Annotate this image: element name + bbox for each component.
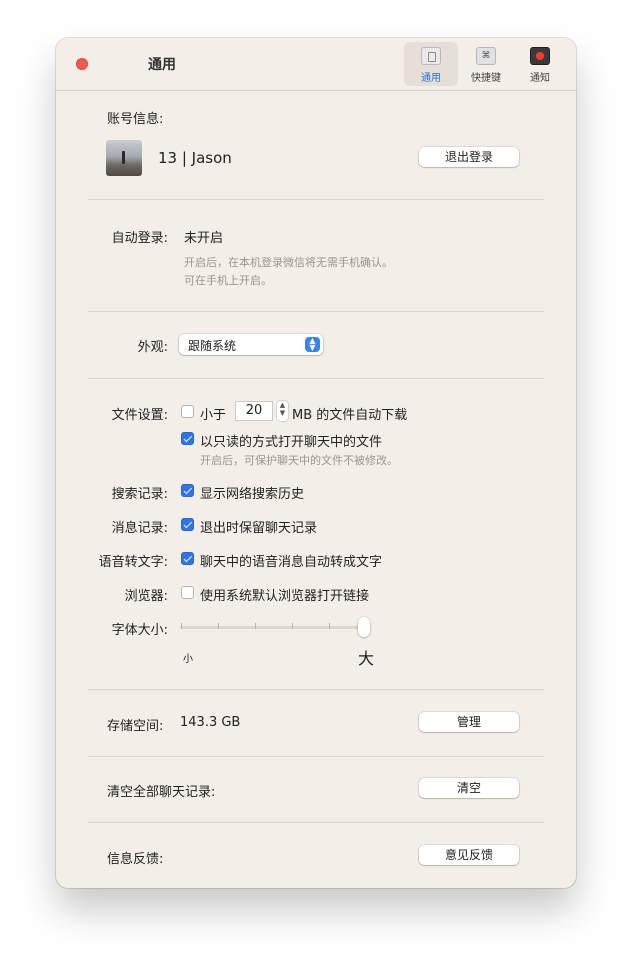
auto-download-suffix: MB 的文件自动下载 bbox=[292, 408, 408, 423]
auto-login-label: 自动登录: bbox=[111, 231, 168, 246]
tab-notifications-label: 通知 bbox=[530, 73, 550, 84]
voice-to-text-checkbox[interactable] bbox=[181, 552, 194, 565]
voice-to-text-label: 语音转文字: bbox=[98, 555, 168, 570]
clear-history-button[interactable]: 清空 bbox=[419, 778, 519, 798]
divider bbox=[88, 378, 544, 379]
storage-value: 143.3 GB bbox=[180, 715, 241, 730]
auto-login-hint-1: 开启后，在本机登录微信将无需手机确认。 bbox=[184, 256, 393, 269]
slider-tick bbox=[292, 623, 293, 629]
font-size-label: 字体大小: bbox=[111, 623, 168, 638]
readonly-label: 以只读的方式打开聊天中的文件 bbox=[200, 435, 383, 450]
readonly-hint: 开启后，可保护聊天中的文件不被修改。 bbox=[200, 454, 398, 467]
slider-tick bbox=[181, 623, 182, 629]
auto-login-hint-2: 可在手机上开启。 bbox=[184, 274, 272, 287]
storage-label: 存储空间: bbox=[107, 719, 164, 734]
size-stepper[interactable]: ▲ ▼ bbox=[277, 401, 288, 421]
slider-tick bbox=[218, 623, 219, 629]
readonly-checkbox[interactable] bbox=[181, 432, 194, 445]
general-icon bbox=[421, 47, 441, 65]
appearance-select-value: 跟随系统 bbox=[188, 339, 237, 353]
divider bbox=[88, 311, 544, 312]
message-history-checkbox[interactable] bbox=[181, 518, 194, 531]
settings-window: 通用 通用 ⌘ 快捷键 通知 账号信息: 13 | Jason 退出登录 自动登… bbox=[56, 38, 576, 888]
divider bbox=[88, 199, 544, 200]
divider bbox=[88, 822, 544, 823]
notification-icon bbox=[530, 47, 550, 65]
message-history-text: 退出时保留聊天记录 bbox=[200, 521, 318, 536]
account-name: 13 | Jason bbox=[158, 149, 232, 167]
feedback-label: 信息反馈: bbox=[107, 852, 164, 867]
message-history-label: 消息记录: bbox=[111, 521, 168, 536]
appearance-select[interactable]: 跟随系统 ▲ ▼ bbox=[179, 334, 323, 355]
font-size-max-label: 大 bbox=[358, 649, 375, 668]
font-size-min-label: 小 bbox=[183, 654, 193, 665]
auto-download-prefix: 小于 bbox=[200, 408, 227, 423]
browser-text: 使用系统默认浏览器打开链接 bbox=[200, 589, 370, 604]
auto-download-checkbox[interactable] bbox=[181, 405, 194, 418]
divider bbox=[88, 756, 544, 757]
tab-general[interactable]: 通用 bbox=[404, 42, 458, 86]
tab-shortcuts[interactable]: ⌘ 快捷键 bbox=[459, 42, 513, 86]
window-title: 通用 bbox=[148, 57, 176, 73]
appearance-label: 外观: bbox=[137, 340, 168, 355]
slider-tick bbox=[255, 623, 256, 629]
tab-notifications[interactable]: 通知 bbox=[513, 42, 567, 86]
clear-history-label: 清空全部聊天记录: bbox=[107, 785, 216, 800]
auto-login-value: 未开启 bbox=[184, 231, 224, 246]
auto-download-size-input[interactable]: 20 bbox=[235, 401, 273, 421]
voice-to-text-text: 聊天中的语音消息自动转成文字 bbox=[200, 555, 383, 570]
search-history-checkbox[interactable] bbox=[181, 484, 194, 497]
search-history-label: 搜索记录: bbox=[111, 487, 168, 502]
chevron-up-down-icon: ▲ ▼ bbox=[305, 337, 320, 352]
divider bbox=[88, 689, 544, 690]
search-history-text: 显示网络搜索历史 bbox=[200, 487, 305, 502]
tab-general-label: 通用 bbox=[421, 73, 441, 84]
font-size-slider-track[interactable] bbox=[180, 626, 366, 629]
feedback-button[interactable]: 意见反馈 bbox=[419, 845, 519, 865]
browser-label: 浏览器: bbox=[124, 589, 168, 604]
slider-tick bbox=[329, 623, 330, 629]
titlebar: 通用 通用 ⌘ 快捷键 通知 bbox=[56, 38, 576, 91]
logout-button[interactable]: 退出登录 bbox=[419, 147, 519, 167]
browser-checkbox[interactable] bbox=[181, 586, 194, 599]
shortcut-icon: ⌘ bbox=[476, 47, 496, 65]
file-settings-label: 文件设置: bbox=[111, 408, 168, 423]
account-label: 账号信息: bbox=[107, 112, 164, 127]
close-window-button[interactable] bbox=[76, 58, 88, 70]
manage-storage-button[interactable]: 管理 bbox=[419, 712, 519, 732]
font-size-slider-thumb[interactable] bbox=[358, 617, 370, 637]
avatar bbox=[106, 140, 142, 176]
tab-shortcuts-label: 快捷键 bbox=[471, 73, 501, 84]
